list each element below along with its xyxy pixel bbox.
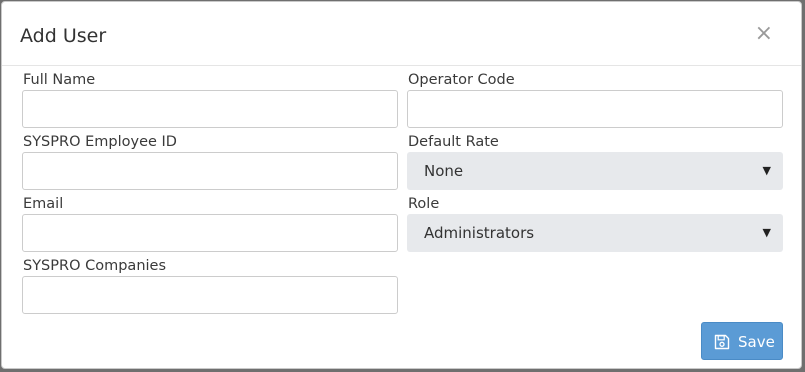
role-label: Role xyxy=(408,196,440,212)
email-label: Email xyxy=(23,196,64,212)
caret-down-icon: ▼ xyxy=(762,164,771,177)
syspro-companies-label: SYSPRO Companies xyxy=(23,258,167,274)
operator-code-input[interactable] xyxy=(407,90,783,128)
syspro-employee-id-label: SYSPRO Employee ID xyxy=(23,134,177,150)
save-button-label: Save xyxy=(738,333,775,351)
close-icon[interactable]: × xyxy=(755,22,773,46)
save-button[interactable]: Save xyxy=(701,322,783,360)
full-name-input[interactable] xyxy=(22,90,398,128)
default-rate-label: Default Rate xyxy=(408,134,499,150)
full-name-label: Full Name xyxy=(23,72,96,88)
syspro-employee-id-input[interactable] xyxy=(22,152,398,190)
add-user-dialog: Add User × Full Name Operator Code SYSPR… xyxy=(1,1,802,369)
caret-down-icon: ▼ xyxy=(762,226,771,239)
dialog-title: Add User xyxy=(20,25,107,47)
role-value: Administrators xyxy=(424,224,535,242)
default-rate-value: None xyxy=(424,162,464,180)
syspro-companies-input[interactable] xyxy=(22,276,398,314)
floppy-disk-icon xyxy=(714,334,730,350)
default-rate-select[interactable]: None ▼ xyxy=(407,152,783,190)
role-select[interactable]: Administrators ▼ xyxy=(407,214,783,252)
email-input[interactable] xyxy=(22,214,398,252)
dialog-header: Add User × xyxy=(2,2,801,66)
operator-code-label: Operator Code xyxy=(408,72,515,88)
